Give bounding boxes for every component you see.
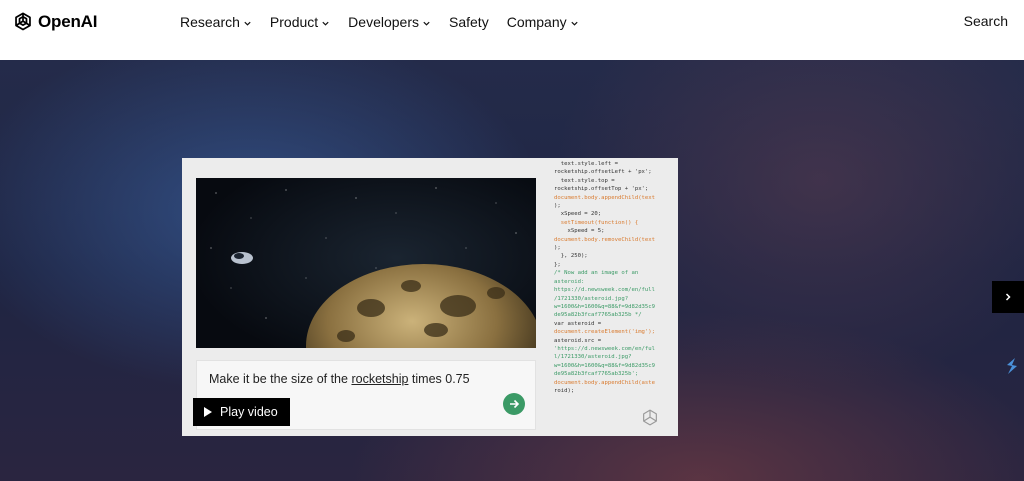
- code-line: document.body.appendChild(text: [554, 194, 656, 201]
- code-line: asteroid.src =: [554, 337, 602, 344]
- code-line: w=1600&h=1600&q=88&f=9d82d35c9: [554, 303, 656, 310]
- brand-logo[interactable]: OpenAI: [12, 11, 97, 33]
- play-video-label: Play video: [220, 405, 278, 419]
- code-line: de95a82b3fcaf7765ab325b */: [554, 312, 642, 319]
- prompt-text: Make it be the size of the rocketship ti…: [209, 372, 470, 386]
- code-line: rocketship.offsetLeft + 'px';: [554, 169, 652, 176]
- play-icon: [204, 407, 212, 417]
- top-nav: OpenAI Research Product Developers Safet…: [0, 0, 1024, 60]
- chevron-right-icon: [1005, 293, 1011, 301]
- code-line: l/1721330/asteroid.jpg?: [554, 354, 632, 361]
- code-line: document.body.appendChild(aste: [554, 379, 656, 386]
- code-line: text.style.left =: [554, 161, 618, 167]
- nav-item-label: Company: [506, 14, 567, 30]
- code-line: };: [554, 261, 561, 268]
- code-line: xSpeed = 5;: [554, 228, 605, 235]
- code-line: /1721330/asteroid.jpg?: [554, 295, 629, 302]
- arrow-right-icon: [510, 399, 520, 409]
- nav-item-label: Safety: [449, 14, 489, 30]
- chevron-down-icon: [423, 21, 430, 26]
- code-line: var asteroid =: [554, 320, 602, 327]
- asteroid-scene-image: [210, 187, 536, 348]
- code-line: }, 250);: [554, 253, 588, 260]
- main-menu: Research Product Developers Safety Compa…: [180, 13, 579, 31]
- code-line: document.createElement('img');: [554, 329, 656, 336]
- prompt-text-start: Make it be the size of the: [209, 372, 352, 386]
- search-link[interactable]: Search: [964, 13, 1008, 29]
- chevron-down-icon: [244, 21, 251, 26]
- rocketship-image: [231, 252, 253, 264]
- brand-name: OpenAI: [38, 12, 98, 31]
- code-line: xSpeed = 20;: [554, 211, 602, 218]
- demo-card: text.style.left = rocketship.offsetLeft +…: [182, 158, 678, 436]
- code-line: document.body.removeChild(text: [554, 236, 656, 243]
- nav-item-label: Product: [269, 14, 319, 30]
- code-line: https://d.newsweek.com/en/full: [554, 287, 656, 294]
- prompt-link: rocketship: [351, 372, 409, 386]
- chevron-down-icon: [571, 21, 578, 26]
- nav-item-label: Developers: [348, 14, 419, 30]
- code-line: 'https://d.newsweek.com/en/ful: [554, 345, 656, 352]
- nav-item-product[interactable]: Product: [270, 13, 330, 31]
- code-line: roid);: [554, 387, 575, 394]
- code-line: /* Now add an image of an: [554, 270, 639, 277]
- code-line: setTimeout(function() {: [554, 219, 639, 226]
- nav-item-label: Research: [180, 14, 240, 30]
- play-video-button[interactable]: Play video: [193, 398, 290, 426]
- code-line: de95a82b3fcaf7765ab325b';: [554, 371, 639, 378]
- code-line: w=1600&h=1600&q=88&f=9d82d35c9: [554, 362, 656, 369]
- nav-item-safety[interactable]: Safety: [449, 13, 489, 31]
- hero-section: text.style.left = rocketship.offsetLeft +…: [0, 60, 1024, 481]
- nav-item-research[interactable]: Research: [180, 13, 252, 31]
- next-slide-button[interactable]: [992, 281, 1024, 313]
- code-line: rocketship.offsetTop + 'px';: [554, 186, 649, 193]
- demo-video-frame: [196, 178, 536, 348]
- code-panel: text.style.left = rocketship.offsetLeft +…: [554, 158, 678, 436]
- nav-item-developers[interactable]: Developers: [348, 13, 431, 31]
- prompt-text-end: times 0.75: [408, 372, 470, 386]
- chevron-down-icon: [322, 21, 329, 26]
- openai-logo-icon: [15, 12, 31, 31]
- code-line: asteroid:: [554, 278, 585, 285]
- nav-item-company[interactable]: Company: [507, 13, 579, 31]
- code-line: );: [554, 203, 561, 210]
- stackshare-icon[interactable]: [1003, 356, 1021, 376]
- send-button[interactable]: [503, 393, 525, 415]
- openai-logo-icon: [643, 409, 657, 426]
- code-line: );: [554, 245, 561, 252]
- code-line: text.style.top =: [554, 177, 615, 184]
